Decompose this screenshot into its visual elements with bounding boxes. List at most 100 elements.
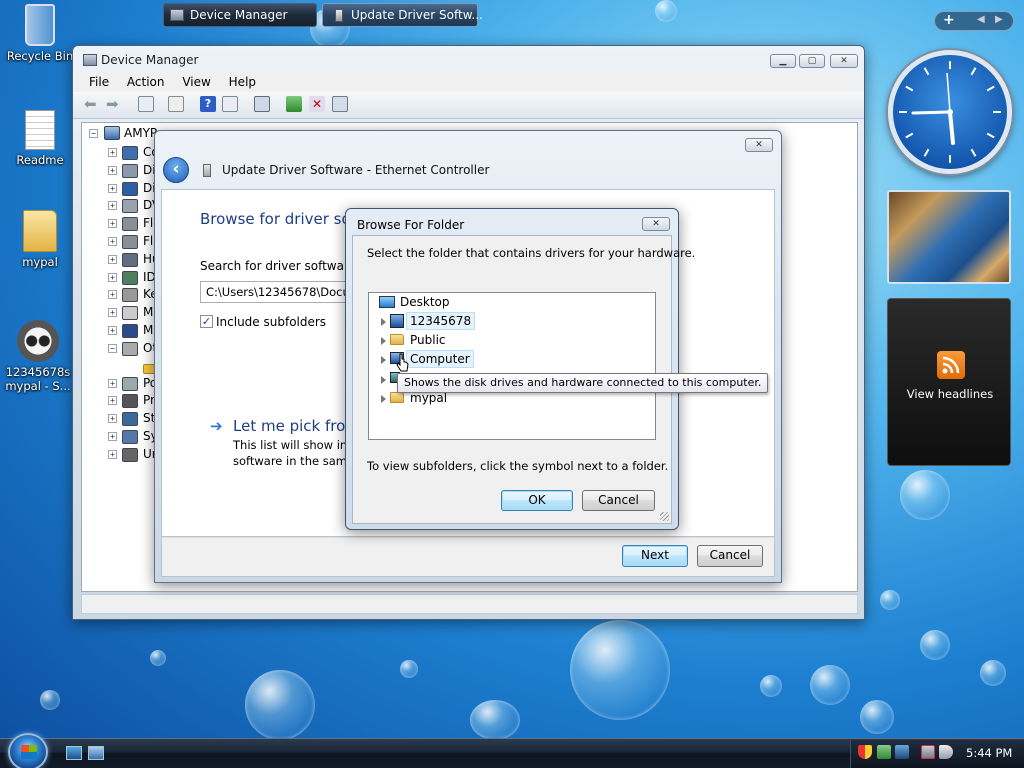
update-driver-icon[interactable] (286, 96, 302, 112)
close-button[interactable]: ✕ (830, 54, 858, 68)
device-category-icon (122, 376, 138, 391)
expand-arrow-icon[interactable] (381, 356, 386, 364)
tree-expand-toggle[interactable]: + (108, 219, 117, 229)
tree-expand-toggle[interactable]: + (108, 237, 117, 246)
back-arrow-icon[interactable]: ‹ (163, 157, 189, 183)
expand-arrow-icon[interactable] (381, 395, 386, 403)
tree-expand-toggle[interactable]: + (108, 165, 117, 175)
uninstall-icon[interactable]: ✕ (309, 96, 325, 112)
tree-expand-toggle[interactable]: + (108, 201, 117, 211)
device-category-icon (122, 341, 138, 356)
feed-gadget[interactable]: View headlines (887, 298, 1011, 466)
enable-device-icon[interactable] (332, 96, 348, 112)
windows-logo-icon (21, 745, 37, 759)
volume-muted-icon[interactable] (939, 745, 953, 759)
ok-button[interactable]: OK (501, 490, 573, 511)
properties-icon[interactable] (168, 96, 184, 112)
menu-help[interactable]: Help (229, 75, 256, 89)
browse-cancel-button[interactable]: Cancel (582, 490, 655, 511)
device-category-label[interactable]: M (143, 323, 153, 337)
update-driver-task-icon (335, 9, 343, 22)
menu-action[interactable]: Action (127, 75, 165, 89)
tree-expand-toggle[interactable]: − (108, 343, 117, 353)
device-category-label[interactable]: M (143, 305, 153, 319)
security-shield-icon[interactable] (858, 745, 872, 759)
taskbar-device-manager-label: Device Manager (190, 8, 288, 22)
mypal-folder-icon (390, 392, 404, 403)
clock-gadget[interactable] (888, 50, 1012, 174)
maximize-button[interactable]: ▢ (799, 54, 825, 68)
slideshow-gadget[interactable] (887, 190, 1011, 284)
scan-hardware-icon[interactable] (254, 96, 270, 112)
next-icon[interactable]: ▶ (995, 14, 1003, 25)
desktop-icon-readme[interactable]: Readme (2, 110, 78, 167)
path-field[interactable]: C:\Users\12345678\Docum (200, 281, 350, 303)
next-button[interactable]: Next (622, 545, 688, 567)
tree-expand-toggle[interactable]: + (108, 272, 117, 282)
device-category-icon (122, 181, 138, 196)
tree-expand-toggle[interactable]: + (108, 148, 117, 157)
device-category-icon (122, 146, 138, 160)
forward-icon[interactable]: ➡ (106, 96, 119, 112)
device-category-icon (122, 447, 138, 462)
tree-item-12345678[interactable]: 12345678 (406, 312, 476, 330)
update-driver-close-button[interactable]: ✕ (745, 138, 773, 152)
tree-expand-toggle[interactable]: + (108, 432, 117, 441)
tree-item-public[interactable]: Public (410, 333, 446, 347)
switch-windows-icon[interactable] (88, 746, 104, 760)
previous-icon[interactable]: ◀ (977, 14, 985, 25)
tree-item-mypal[interactable]: mypal (410, 391, 447, 405)
tree-expand-toggle[interactable]: + (108, 254, 117, 264)
network-tray-icon[interactable] (895, 745, 909, 759)
menu-view[interactable]: View (182, 75, 210, 89)
show-hide-tree-icon[interactable] (138, 96, 154, 112)
mouse-cursor-icon (396, 353, 409, 372)
tree-collapse-root[interactable]: − (89, 129, 98, 138)
include-subfolders-label: Include subfolders (216, 315, 327, 329)
status-bar (81, 594, 858, 614)
sidebar-controls: + ◀ ▶ (934, 11, 1014, 31)
browse-instruction: Select the folder that contains drivers … (367, 246, 696, 260)
feed-label[interactable]: View headlines (888, 387, 1012, 401)
device-category-icon (122, 306, 138, 321)
tree-root-label[interactable]: AMYP (124, 126, 157, 140)
tree-item-desktop[interactable]: Desktop (400, 295, 450, 309)
expand-arrow-icon[interactable] (381, 376, 386, 384)
desktop-icon-mypal[interactable]: mypal (2, 210, 78, 269)
tree-expand-toggle[interactable]: + (108, 326, 117, 335)
expand-arrow-icon[interactable] (381, 337, 386, 345)
desktop-icon-mypal-shortcut[interactable]: 12345678s mypal - S... (0, 320, 76, 393)
tree-expand-toggle[interactable]: + (108, 290, 117, 300)
back-icon[interactable]: ⬅ (84, 96, 97, 112)
network-disconnected-icon[interactable] (921, 745, 935, 759)
recycle-bin-label: Recycle Bin (6, 49, 74, 63)
clock-time[interactable]: 5:44 PM (966, 746, 1012, 760)
tree-expand-toggle[interactable]: + (108, 308, 117, 318)
pick-heading[interactable]: Let me pick from (233, 417, 360, 435)
tree-expand-toggle[interactable]: + (108, 414, 117, 424)
device-category-icon (122, 412, 138, 427)
start-button[interactable] (8, 733, 48, 768)
help-icon[interactable]: ? (200, 96, 216, 112)
tree-expand-toggle[interactable]: + (108, 378, 117, 388)
device-category-icon (122, 394, 138, 409)
menu-file[interactable]: File (89, 75, 109, 89)
include-subfolders-checkbox[interactable]: ✓ (200, 315, 213, 328)
windows-update-icon[interactable] (877, 745, 891, 759)
taskbar-device-manager[interactable]: Device Manager (163, 3, 317, 27)
taskbar-update-driver[interactable]: Update Driver Softw... (322, 3, 483, 27)
tree-expand-toggle[interactable]: + (108, 449, 117, 459)
browse-close-button[interactable]: ✕ (642, 217, 670, 231)
update-driver-cancel-button[interactable]: Cancel (697, 545, 763, 567)
expand-arrow-icon[interactable] (381, 318, 386, 326)
add-gadget-icon[interactable]: + (943, 12, 955, 28)
show-desktop-icon[interactable] (66, 746, 82, 760)
minimize-button[interactable]: ▁ (770, 54, 796, 68)
tree-expand-toggle[interactable]: + (108, 183, 117, 193)
desktop-icon-recycle-bin[interactable]: Recycle Bin (2, 4, 78, 63)
resize-grip-icon[interactable] (660, 512, 669, 521)
tree-expand-toggle[interactable]: + (108, 396, 117, 406)
tree-item-computer[interactable]: Computer (406, 350, 474, 368)
view-icon[interactable] (222, 96, 238, 112)
mypal-label: mypal (22, 255, 58, 269)
